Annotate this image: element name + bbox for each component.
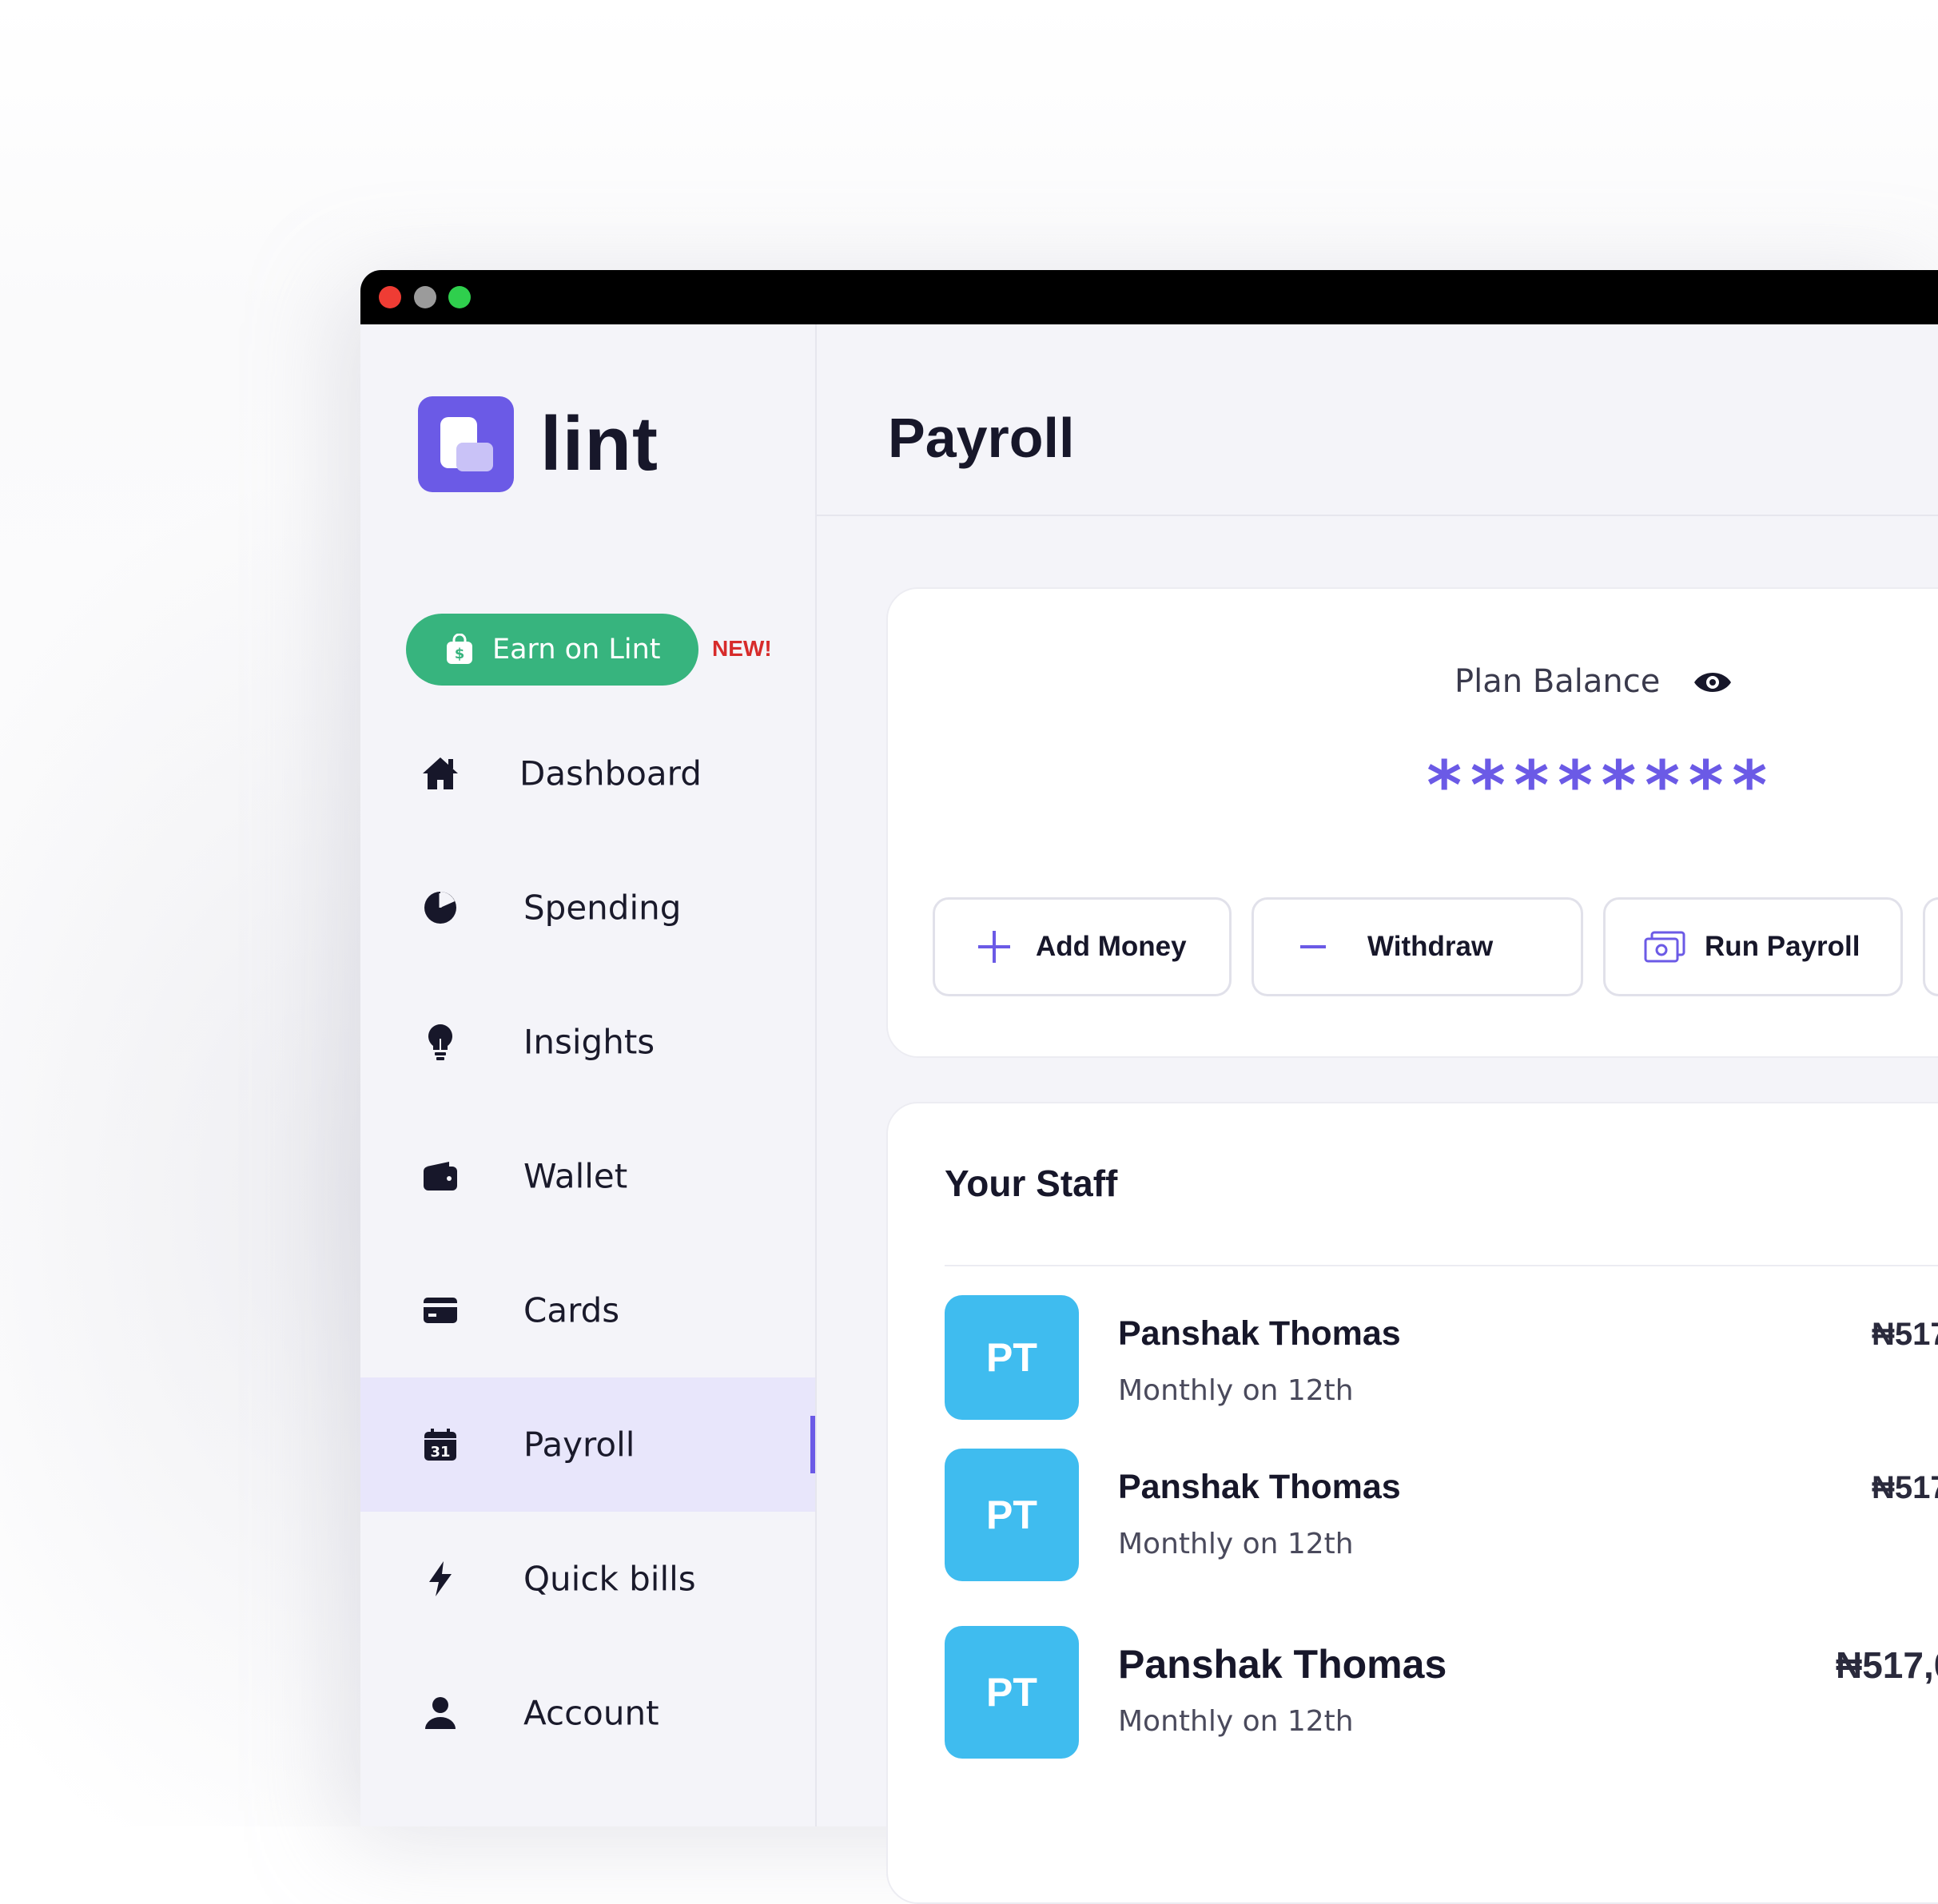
cash-icon	[1644, 931, 1685, 963]
calendar-icon: 31	[416, 1421, 464, 1469]
avatar: PT	[945, 1449, 1079, 1581]
minimize-window-button[interactable]	[414, 286, 436, 308]
window-titlebar	[360, 270, 1938, 324]
avatar: PT	[945, 1295, 1079, 1420]
withdraw-button[interactable]: Withdraw	[1252, 897, 1583, 996]
staff-section-title: Your Staff	[945, 1163, 1118, 1204]
new-badge: NEW!	[712, 636, 772, 661]
sidebar-item-label: Payroll	[523, 1425, 635, 1465]
sidebar-item-label: Quick bills	[523, 1559, 696, 1599]
staff-schedule: Monthly on 12th	[1118, 1374, 1354, 1407]
sidebar-item-wallet[interactable]: Wallet	[360, 1109, 815, 1243]
avatar: PT	[945, 1626, 1079, 1759]
masked-balance: ********	[1424, 746, 1773, 825]
staff-schedule: Monthly on 12th	[1118, 1705, 1354, 1738]
staff-divider	[945, 1265, 1938, 1266]
staff-name: Panshak Thomas	[1118, 1642, 1447, 1687]
staff-amount: ₦517	[1872, 1317, 1938, 1352]
sidebar-item-label: Wallet	[523, 1156, 628, 1196]
sidebar-item-label: Dashboard	[519, 753, 702, 793]
lightbulb-icon	[416, 1018, 464, 1066]
page-title: Payroll	[888, 407, 1075, 469]
earn-on-lint-button[interactable]: $ Earn on Lint	[406, 614, 698, 686]
run-payroll-label: Run Payroll	[1705, 931, 1860, 962]
plus-icon	[977, 929, 1012, 964]
more-actions-button[interactable]	[1923, 897, 1938, 996]
staff-amount: ₦517,0	[1836, 1644, 1938, 1686]
sidebar-item-label: Account	[523, 1693, 659, 1733]
sidebar-item-spending[interactable]: Spending	[360, 841, 815, 975]
plan-balance-label: Plan Balance	[1454, 663, 1661, 700]
run-payroll-button[interactable]: Run Payroll	[1603, 897, 1903, 996]
add-money-button[interactable]: Add Money	[933, 897, 1232, 996]
sidebar-item-label: Cards	[523, 1290, 620, 1330]
lightning-icon	[416, 1555, 464, 1603]
minus-icon	[1299, 944, 1327, 950]
sidebar-item-dashboard[interactable]: Dashboard	[360, 706, 815, 841]
close-window-button[interactable]	[379, 286, 401, 308]
lint-logo-icon	[418, 396, 514, 492]
active-indicator	[810, 1416, 815, 1473]
staff-name: Panshak Thomas	[1118, 1314, 1401, 1353]
user-icon	[416, 1689, 464, 1737]
svg-text:$: $	[455, 646, 465, 662]
svg-text:31: 31	[430, 1444, 450, 1461]
shopping-bag-icon: $	[444, 634, 475, 666]
staff-name: Panshak Thomas	[1118, 1468, 1401, 1506]
staff-amount: ₦517	[1872, 1470, 1938, 1505]
sidebar-item-label: Spending	[523, 888, 682, 928]
eye-icon[interactable]	[1693, 668, 1733, 700]
sidebar-item-insights[interactable]: Insights	[360, 975, 815, 1109]
staff-schedule: Monthly on 12th	[1118, 1528, 1354, 1560]
sidebar-item-cards[interactable]: Cards	[360, 1243, 815, 1377]
sidebar-item-label: Insights	[523, 1022, 655, 1062]
sidebar-item-payroll[interactable]: 31 Payroll	[360, 1377, 815, 1512]
card-icon	[416, 1286, 464, 1334]
add-money-label: Add Money	[1036, 931, 1187, 962]
wallet-icon	[416, 1152, 464, 1200]
sidebar-item-account[interactable]: Account	[360, 1646, 815, 1780]
withdraw-label: Withdraw	[1367, 931, 1494, 962]
home-icon	[416, 749, 464, 797]
pie-chart-icon	[416, 884, 464, 932]
sidebar-item-quick-bills[interactable]: Quick bills	[360, 1512, 815, 1646]
app-logo-text: lint	[540, 401, 659, 487]
earn-label: Earn on Lint	[492, 634, 661, 666]
maximize-window-button[interactable]	[448, 286, 471, 308]
